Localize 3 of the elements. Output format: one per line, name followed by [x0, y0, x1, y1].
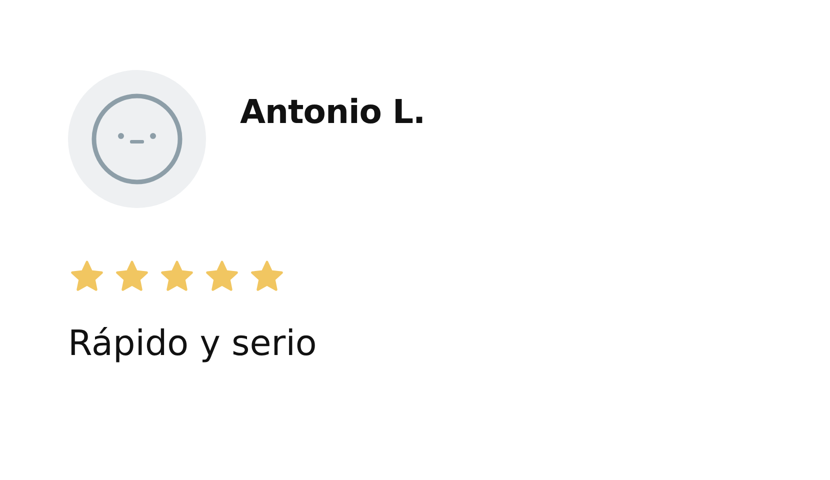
review-text: Rápido y serio [68, 324, 317, 364]
author-name: Antonio L. [240, 92, 426, 131]
avatar-icon [68, 70, 206, 208]
